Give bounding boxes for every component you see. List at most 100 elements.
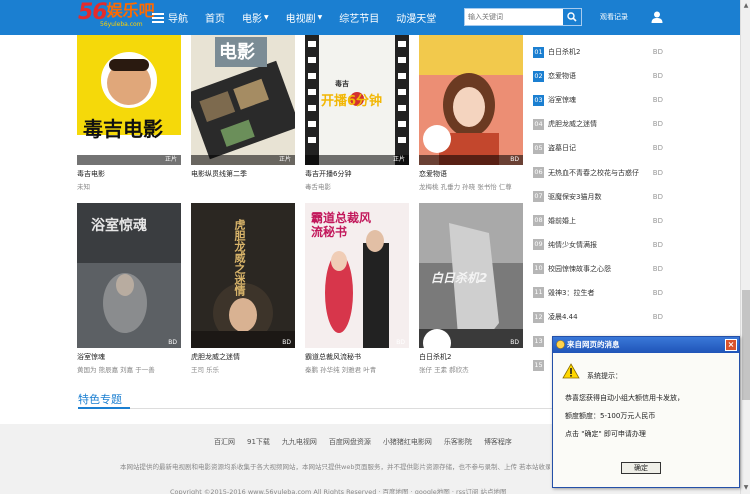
movie-card[interactable]: 毒吉 开播6分钟 正片 毒吉开播6分钟 毒舌电影 [305,35,409,191]
quality-badge: BD [396,339,405,346]
poster-title-text: 虎胆龙威之迷情 [233,219,246,296]
movie-poster[interactable]: 毒吉电影 正片 [77,35,181,165]
dialog-line: 系统提示： [587,372,622,380]
movie-card[interactable]: 白日杀机2 BD 白日杀机2 张仔 王素 郝欣杰 [419,203,523,374]
section-accent-line [78,407,130,409]
poster-subtitle-text: 毒吉 [335,80,349,88]
friend-link[interactable]: 九九电视网 [282,437,317,447]
movie-poster[interactable]: 浴室惊魂 BD [77,203,181,348]
rank-quality-tag: BD [652,264,663,273]
rank-number: 08 [533,215,544,227]
rank-title[interactable]: 毁神3：拉生者 [548,288,648,298]
movie-poster[interactable]: BD [419,35,523,165]
movie-title[interactable]: 毒吉电影 [77,169,181,179]
friend-link[interactable]: 博客程序 [484,437,512,447]
rank-title[interactable]: 凌晨4.44 [548,312,648,322]
ranking-item[interactable]: 02 恋爱物语 BD [533,64,663,88]
movie-title[interactable]: 霸道总裁风流秘书 [305,352,409,362]
rank-number: 05 [533,142,544,154]
poster-art [77,52,181,165]
movie-cast: 毒舌电影 [305,183,331,191]
watch-history-link[interactable]: 观看记录 [600,12,628,22]
rank-title[interactable]: 盗墓日记 [548,143,648,153]
movie-title[interactable]: 虎胆龙威之迷情 [191,352,295,362]
page-scrollbar[interactable]: ▲ ▼ [740,0,750,494]
ranking-item[interactable]: 11 毁神3：拉生者 BD [533,281,663,305]
rank-title[interactable]: 纯情少女情满报 [548,240,648,250]
menu-icon [152,12,164,23]
movie-poster[interactable]: 电影 正片 [191,35,295,165]
search-icon [567,12,577,22]
rank-title[interactable]: 恋爱物语 [548,71,648,81]
rank-number: 15 [533,359,544,371]
movie-card[interactable]: 虎胆龙威之迷情 BD 虎胆龙威之迷情 王司 乐乐 [191,203,295,374]
movie-card[interactable]: 浴室惊魂 BD 浴室惊魂 黄国为 熊辰嘉 刘嘉 于一善 [77,203,181,374]
movie-title[interactable]: 毒吉开播6分钟 [305,169,409,179]
ranking-item[interactable]: 04 虎胆龙威之迷情 BD [533,112,663,136]
rank-number: 13 [533,335,544,347]
movie-poster[interactable]: 霸道总裁风流秘书 BD [305,203,409,348]
nav-guide[interactable]: 导航 [152,10,188,25]
chevron-down-icon: ▼ [317,14,323,21]
rank-number: 01 [533,46,544,58]
top-nav-bar: 56 娱乐吧 56yuleba.com 导航 首页 电影 ▼ 电视剧 ▼ 综艺节目 … [0,0,740,35]
section-title[interactable]: 特色专题 [78,391,122,407]
quality-badge: 正片 [164,156,177,163]
rank-title[interactable]: 驱魔保安3猫月数 [548,192,648,202]
ranking-item[interactable]: 08 婚前婚上 BD [533,209,663,233]
scrollbar-thumb[interactable] [742,290,750,400]
ok-button[interactable]: 确定 [621,462,661,474]
movie-title[interactable]: 电影纵贯线第二季 [191,169,295,179]
scroll-up-icon[interactable]: ▲ [742,2,750,10]
movie-card[interactable]: 毒吉电影 正片 毒吉电影 未知 [77,35,181,191]
nav-anime[interactable]: 动漫天堂 [396,10,436,25]
friend-link[interactable]: 百汇网 [214,437,235,447]
movie-poster[interactable]: 白日杀机2 BD [419,203,523,348]
nav-tv[interactable]: 电视剧 ▼ [286,10,323,25]
rank-title[interactable]: 白日杀机2 [548,47,648,57]
ranking-item[interactable]: 07 驱魔保安3猫月数 BD [533,185,663,209]
friend-link[interactable]: 91下载 [247,437,270,447]
friend-link[interactable]: 小猪猪红电影网 [383,437,432,447]
movie-poster[interactable]: 毒吉 开播6分钟 正片 [305,35,409,165]
quality-badge: 正片 [392,156,405,163]
movie-title[interactable]: 白日杀机2 [419,352,523,362]
rank-title[interactable]: 婚前婚上 [548,216,648,226]
nav-home[interactable]: 首页 [205,10,225,25]
nav-movies[interactable]: 电影 ▼ [242,10,269,25]
movie-title[interactable]: 恋爱物语 [419,169,523,179]
movie-card[interactable]: 霸道总裁风流秘书 BD 霸道总裁风流秘书 秦鹏 孙华纯 刘雅君 叶青 [305,203,409,374]
search-input[interactable] [465,9,563,25]
rank-title[interactable]: 无热血不青春之校花与古惑仔 [548,168,648,178]
rank-number: 02 [533,70,544,82]
movie-poster[interactable]: 虎胆龙威之迷情 BD [191,203,295,348]
rank-number: 04 [533,118,544,130]
ranking-item[interactable]: 12 凌晨4.44 BD [533,305,663,329]
rank-title[interactable]: 虎胆龙威之迷情 [548,119,648,129]
scroll-down-icon[interactable]: ▼ [742,484,750,492]
friend-link[interactable]: 乐客影院 [444,437,472,447]
site-logo[interactable]: 56 娱乐吧 56yuleba.com [78,0,155,30]
rank-title[interactable]: 浴室惊魂 [548,95,648,105]
search-button[interactable] [563,9,581,25]
page: 56 娱乐吧 56yuleba.com 导航 首页 电影 ▼ 电视剧 ▼ 综艺节目 … [0,0,750,494]
rank-title[interactable]: 校园惊悚故事之心怨 [548,264,648,274]
movie-card[interactable]: 电影 正片 电影纵贯线第二季 [191,35,295,181]
ranking-item[interactable]: 10 校园惊悚故事之心怨 BD [533,257,663,281]
close-icon[interactable]: × [725,339,737,351]
poster-title-text: 毒吉电影 [83,117,163,141]
rank-quality-tag: BD [652,192,663,201]
ranking-item[interactable]: 03 浴室惊魂 BD [533,88,663,112]
ranking-item[interactable]: 05 盗墓日记 BD [533,136,663,160]
movie-card[interactable]: BD 恋爱物语 龙梅桃 孔垂力 孙晓 张书怡 仁尊 [419,35,523,191]
footer-disclaimer: 本网站提供的最新电视剧和电影资源均系收集于各大视频网站，本网站只提供web页面服… [120,463,550,471]
search-box [464,8,582,26]
ranking-item[interactable]: 01 白日杀机2 BD [533,40,663,64]
nav-variety[interactable]: 综艺节目 [339,10,379,25]
rank-quality-tag: BD [652,120,663,129]
ranking-item[interactable]: 06 无热血不青春之校花与古惑仔 BD [533,160,663,184]
movie-title[interactable]: 浴室惊魂 [77,352,181,362]
friend-link[interactable]: 百度网盘资源 [329,437,371,447]
ranking-item[interactable]: 09 纯情少女情满报 BD [533,233,663,257]
user-icon[interactable] [650,10,664,24]
